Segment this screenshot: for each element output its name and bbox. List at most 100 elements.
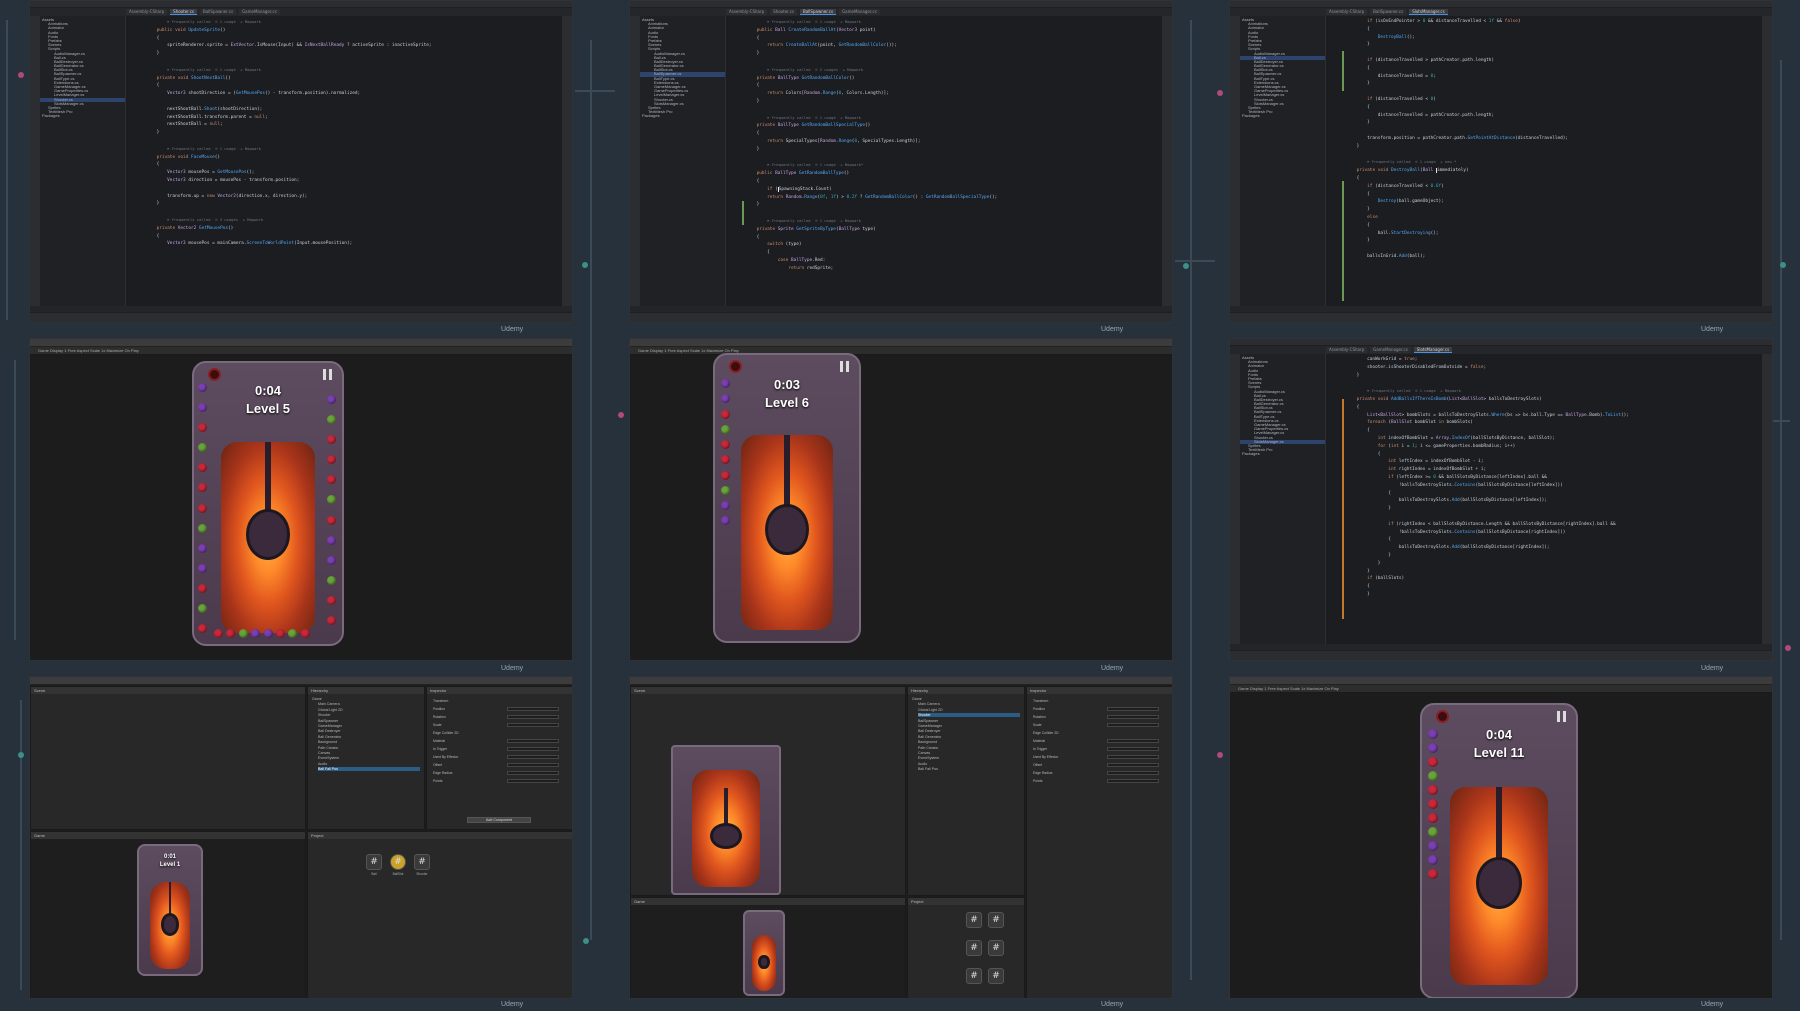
hierarchy-item[interactable]: EventSystem	[918, 756, 1020, 760]
hierarchy-item[interactable]: GameManager	[918, 724, 1020, 728]
hierarchy-tab[interactable]: Hierarchy	[908, 687, 1024, 694]
code-line[interactable]: if (isOnEndPointer > 0 && distanceTravel…	[1346, 18, 1758, 26]
hierarchy-item[interactable]: Shooter	[318, 713, 420, 717]
ide-tab[interactable]: GameManager.cs	[239, 9, 280, 15]
hierarchy-item[interactable]: Ball Destroyer	[918, 729, 1020, 733]
inspector-field[interactable]	[507, 779, 559, 783]
code-line[interactable]: transform.position = pathCreator.path.Ge…	[1346, 135, 1758, 143]
code-line[interactable]	[1346, 127, 1758, 135]
ide-tab[interactable]: SlotsManager.cs	[1413, 347, 1453, 353]
hierarchy-item[interactable]: Shooter	[918, 713, 1020, 718]
code-line[interactable]: ≡ Frequently called ⊙ 1 usage ♙ Mapwork	[746, 217, 1158, 226]
code-line[interactable]: spriteRenderer.sprite = ExtVector.IsMous…	[146, 42, 558, 50]
hierarchy-item[interactable]: Global Light 2D	[918, 708, 1020, 712]
code-line[interactable]: ≡ Frequently called ⊙ 1 usage ♙ Mapwork	[146, 66, 558, 75]
ide-tab[interactable]: BallSpawner.cs	[1370, 9, 1407, 15]
project-tab[interactable]: Project	[308, 832, 572, 839]
hierarchy-item[interactable]: Ball Generator	[318, 735, 420, 739]
code-line[interactable]: {	[1346, 451, 1758, 459]
code-line[interactable]: {	[746, 178, 1158, 186]
code-line[interactable]: ballsInGrid.Add(ball);	[1346, 253, 1758, 261]
code-line[interactable]: {	[1346, 222, 1758, 230]
code-line[interactable]: if (distanceTravelled > pathCreator.path…	[1346, 57, 1758, 65]
ide-tab[interactable]: Shooter.cs	[770, 9, 797, 15]
code-line[interactable]	[1346, 49, 1758, 57]
inspector-field[interactable]	[507, 755, 559, 759]
project-panel[interactable]: Project # # # # # #	[907, 897, 1025, 998]
inspector-field[interactable]	[1107, 779, 1159, 783]
code-line[interactable]: public Ball CreateRandomBallAt(Vector3 p…	[746, 27, 1158, 35]
code-line[interactable]	[746, 154, 1158, 162]
game-viewport[interactable]: 0:04 Level 11	[1230, 693, 1772, 998]
scene-tab[interactable]: Scene	[31, 687, 305, 694]
code-line[interactable]: {	[746, 234, 1158, 242]
hierarchy-item[interactable]: Canvas	[918, 751, 1020, 755]
hierarchy-item[interactable]: Game	[312, 697, 420, 701]
scene-tab[interactable]: Scene	[631, 687, 905, 694]
inspector-field[interactable]	[1107, 707, 1159, 711]
inspector-field[interactable]	[507, 747, 559, 751]
add-component-button[interactable]: Add Component	[467, 817, 531, 823]
ide-tab[interactable]: Assembly-CSharp	[1326, 9, 1368, 15]
code-line[interactable]: ≡ Frequently called ⊙ 1 usage ♙ new *	[1346, 158, 1758, 167]
hierarchy-item[interactable]: Main Camera	[318, 702, 420, 706]
scene-panel[interactable]: Scene	[630, 686, 906, 896]
code-line[interactable]: }	[746, 50, 1158, 58]
hierarchy-tab[interactable]: Hierarchy	[308, 687, 424, 694]
hierarchy-item[interactable]: BallSpawner	[318, 719, 420, 723]
code-line[interactable]	[146, 58, 558, 66]
code-line[interactable]: ≡ Frequently called ⊙ 1 usage ♙ Mapwork	[746, 114, 1158, 123]
inspector-field[interactable]	[1107, 763, 1159, 767]
code-line[interactable]: transform.up = new Vector2(direction.x, …	[146, 193, 558, 201]
code-line[interactable]: ≡ Frequently called ⊙ 1 usage ♙ Mapwork	[146, 145, 558, 154]
code-line[interactable]: }	[1346, 568, 1758, 576]
code-line[interactable]	[1346, 88, 1758, 96]
code-line[interactable]: int indexOfBombSlot = Array.IndexOf(ball…	[1346, 435, 1758, 443]
code-line[interactable]: Vector3 mousePos = mainCamera.ScreenToWo…	[146, 240, 558, 248]
code-line[interactable]: {	[1346, 65, 1758, 73]
inspector-tab[interactable]: Inspector	[1027, 687, 1172, 694]
hierarchy-item[interactable]: Main Camera	[918, 702, 1020, 706]
code-line[interactable]	[1346, 513, 1758, 521]
code-line[interactable]: }	[146, 200, 558, 208]
inspector-field[interactable]	[507, 739, 559, 743]
hierarchy-item[interactable]: Ball Fall Pos	[918, 767, 1020, 771]
code-line[interactable]: ≡ Frequently called ⊙ 1 usage ♙ Mapwork	[1346, 387, 1758, 396]
hierarchy-item[interactable]: Ball Generator	[918, 735, 1020, 739]
code-line[interactable]: }	[1346, 552, 1758, 560]
code-line[interactable]: if (ballSlots)	[1346, 575, 1758, 583]
code-line[interactable]: }	[1346, 505, 1758, 513]
game-tab[interactable]: Game	[631, 898, 905, 905]
code-line[interactable]: {	[1346, 536, 1758, 544]
ide-tab[interactable]: GameManager.cs	[839, 9, 880, 15]
code-line[interactable]: }	[1346, 119, 1758, 127]
hierarchy-item[interactable]: Path Creator	[918, 746, 1020, 750]
code-line[interactable]: nextShootBall.transform.parent = null;	[146, 114, 558, 122]
hierarchy-item[interactable]: Canvas	[318, 751, 420, 755]
script-asset-icon[interactable]: #	[966, 940, 982, 956]
code-line[interactable]: return Random.Range(0f, 1f) > 0.2f ? Get…	[746, 194, 1158, 202]
code-line[interactable]: ball.StartDestroying();	[1346, 230, 1758, 238]
script-asset-icon[interactable]: #	[966, 912, 982, 928]
code-line[interactable]: case BallType.Red:	[746, 257, 1158, 265]
inspector-field[interactable]	[507, 715, 559, 719]
red-button[interactable]	[729, 360, 742, 373]
script-asset-icon[interactable]: #	[966, 968, 982, 984]
code-line[interactable]: Vector3 mousePos = GetMousePos();	[146, 169, 558, 177]
code-line[interactable]: return CreateBallAt(point, GetRandomBall…	[746, 42, 1158, 50]
inspector-field[interactable]	[1107, 771, 1159, 775]
hierarchy-item[interactable]: Audio	[318, 762, 420, 766]
tree-item[interactable]: Packages	[40, 114, 125, 118]
code-line[interactable]: ≡ Frequently called ⊙ 2 usages ♙ Mapwork	[746, 66, 1158, 75]
code-line[interactable]: private void ShootNextBall()	[146, 75, 558, 83]
code-line[interactable]: public BallType GetRandomBallType()	[746, 170, 1158, 178]
code-line[interactable]: canWorkGrid = true;	[1346, 356, 1758, 364]
red-button[interactable]	[1436, 710, 1449, 723]
game-panel[interactable]: Game	[630, 897, 906, 998]
code-editor[interactable]: canWorkGrid = true; shooter.isShooterDis…	[1346, 356, 1758, 648]
inspector-field[interactable]	[1107, 747, 1159, 751]
code-line[interactable]: {	[146, 161, 558, 169]
code-line[interactable]: }	[1346, 41, 1758, 49]
hierarchy-panel[interactable]: Hierarchy Game Main Camera Global Light 2D…	[307, 686, 425, 830]
code-line[interactable]: {	[1346, 490, 1758, 498]
